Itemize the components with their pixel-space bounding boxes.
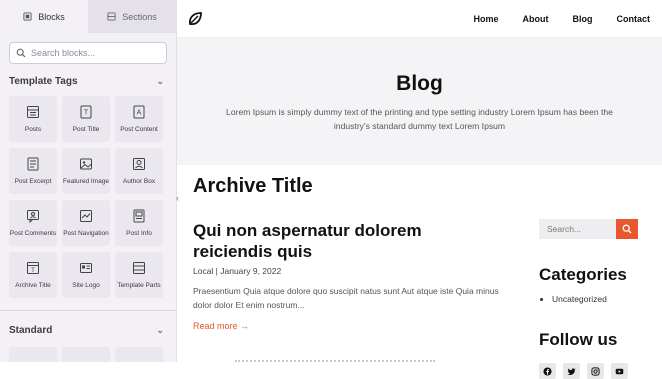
block-posts[interactable]: Posts [9, 96, 57, 142]
standard-header[interactable]: Standard ⌄ [0, 310, 176, 339]
sidebar-search-widget [539, 219, 638, 239]
chevron-down-icon: ⌄ [156, 324, 164, 335]
block-label: Post Info [126, 230, 152, 237]
search-blocks-input[interactable] [31, 48, 151, 58]
author-box-icon [133, 158, 145, 170]
svg-text:T: T [84, 110, 89, 117]
sidebar-tabs: Blocks Sections [0, 0, 176, 33]
instagram-link[interactable] [587, 363, 604, 379]
block-label: Post Comments [9, 230, 57, 237]
block-label: Site Logo [72, 282, 100, 289]
read-more-link[interactable]: Read more → [193, 321, 249, 331]
block-label: Template Parts [117, 282, 161, 289]
block-featured-image[interactable]: Featured Image [62, 148, 110, 194]
page-title: Blog [396, 72, 443, 95]
standard-blocks-grid [0, 339, 176, 362]
block-label: Post Navigation [63, 230, 109, 237]
tab-blocks-label: Blocks [38, 11, 65, 22]
nav-about[interactable]: About [523, 14, 549, 24]
block-label: Post Content [120, 126, 158, 133]
nav-home[interactable]: Home [473, 14, 498, 24]
blocks-icon [23, 12, 32, 21]
svg-text:A: A [137, 110, 142, 117]
block-label: Author Box [122, 178, 156, 185]
block-label: Post Title [72, 126, 100, 133]
post-meta: Local | January 9, 2022 [193, 266, 282, 276]
block-post-content[interactable]: A Post Content [115, 96, 163, 142]
social-links [539, 363, 628, 379]
instagram-icon [591, 366, 600, 376]
facebook-icon [543, 366, 552, 376]
post-content-icon: A [133, 105, 145, 119]
site-nav: Home About Blog Contact [473, 14, 662, 24]
twitter-link[interactable] [563, 363, 580, 379]
page-preview: Home About Blog Contact Blog Lorem Ipsum… [177, 0, 662, 379]
block-label: Featured Image [63, 178, 109, 185]
block-search [9, 42, 167, 64]
hero-subtitle: Lorem Ipsum is simply dummy text of the … [226, 107, 613, 131]
post-excerpt-icon [27, 157, 39, 171]
post-navigation-icon [80, 210, 92, 222]
search-icon [622, 224, 632, 234]
nav-blog[interactable]: Blog [573, 14, 593, 24]
post-excerpt: Praesentium Quia atque dolore quo suscip… [193, 286, 499, 310]
tab-sections-label: Sections [122, 11, 157, 22]
block-sidebar: Blocks Sections Template Tags ⌄ Posts T … [0, 0, 177, 362]
block-post-navigation[interactable]: Post Navigation [62, 200, 110, 246]
post-info-icon [133, 209, 145, 223]
block-archive-title[interactable]: T Archive Title [9, 252, 57, 298]
leaf-logo-icon[interactable] [186, 10, 204, 28]
block-template-parts[interactable]: Template Parts [115, 252, 163, 298]
block-post-comments[interactable]: Post Comments [9, 200, 57, 246]
block-label: Archive Title [15, 282, 51, 289]
block-post-title[interactable]: T Post Title [62, 96, 110, 142]
categories-list: Uncategorized [539, 294, 607, 304]
standard-block[interactable] [115, 347, 163, 362]
featured-image-icon [80, 158, 92, 170]
standard-block[interactable] [62, 347, 110, 362]
block-label: Posts [24, 126, 42, 133]
post-title-icon: T [80, 105, 92, 119]
hero-section: Blog Lorem Ipsum is simply dummy text of… [177, 38, 662, 165]
site-header: Home About Blog Contact [177, 0, 662, 38]
archive-title: Archive Title [193, 175, 313, 197]
widget-search-input[interactable] [539, 219, 616, 239]
archive-title-icon: T [27, 262, 39, 274]
post-comments-icon [27, 210, 39, 223]
posts-icon [27, 106, 39, 118]
post-title-link[interactable]: Qui non aspernatur dolorem reiciendis qu… [193, 220, 473, 262]
standard-block[interactable] [9, 347, 57, 362]
template-tags-title: Template Tags [9, 75, 78, 87]
categories-title: Categories [539, 265, 627, 284]
category-item[interactable]: Uncategorized [552, 294, 607, 304]
template-parts-icon [133, 262, 145, 274]
search-button[interactable] [616, 219, 638, 239]
template-tags-header[interactable]: Template Tags ⌄ [0, 72, 176, 90]
tab-blocks[interactable]: Blocks [0, 0, 88, 33]
block-author-box[interactable]: Author Box [115, 148, 163, 194]
block-label: Post Excerpt [14, 178, 52, 185]
site-logo-icon [80, 263, 92, 273]
standard-title: Standard [9, 324, 53, 336]
sections-icon [107, 12, 116, 21]
follow-us-title: Follow us [539, 330, 618, 349]
tab-sections[interactable]: Sections [88, 0, 176, 33]
nav-contact[interactable]: Contact [617, 14, 651, 24]
youtube-icon [615, 368, 624, 374]
search-icon [16, 48, 26, 58]
twitter-icon [567, 367, 576, 375]
chevron-down-icon: ⌄ [156, 75, 164, 86]
block-site-logo[interactable]: Site Logo [62, 252, 110, 298]
youtube-link[interactable] [611, 363, 628, 379]
svg-text:T: T [31, 268, 35, 274]
next-post-title-placeholder [235, 360, 435, 366]
block-post-excerpt[interactable]: Post Excerpt [9, 148, 57, 194]
template-blocks-grid: Posts T Post Title A Post Content Post E… [0, 90, 176, 298]
block-post-info[interactable]: Post Info [115, 200, 163, 246]
facebook-link[interactable] [539, 363, 556, 379]
